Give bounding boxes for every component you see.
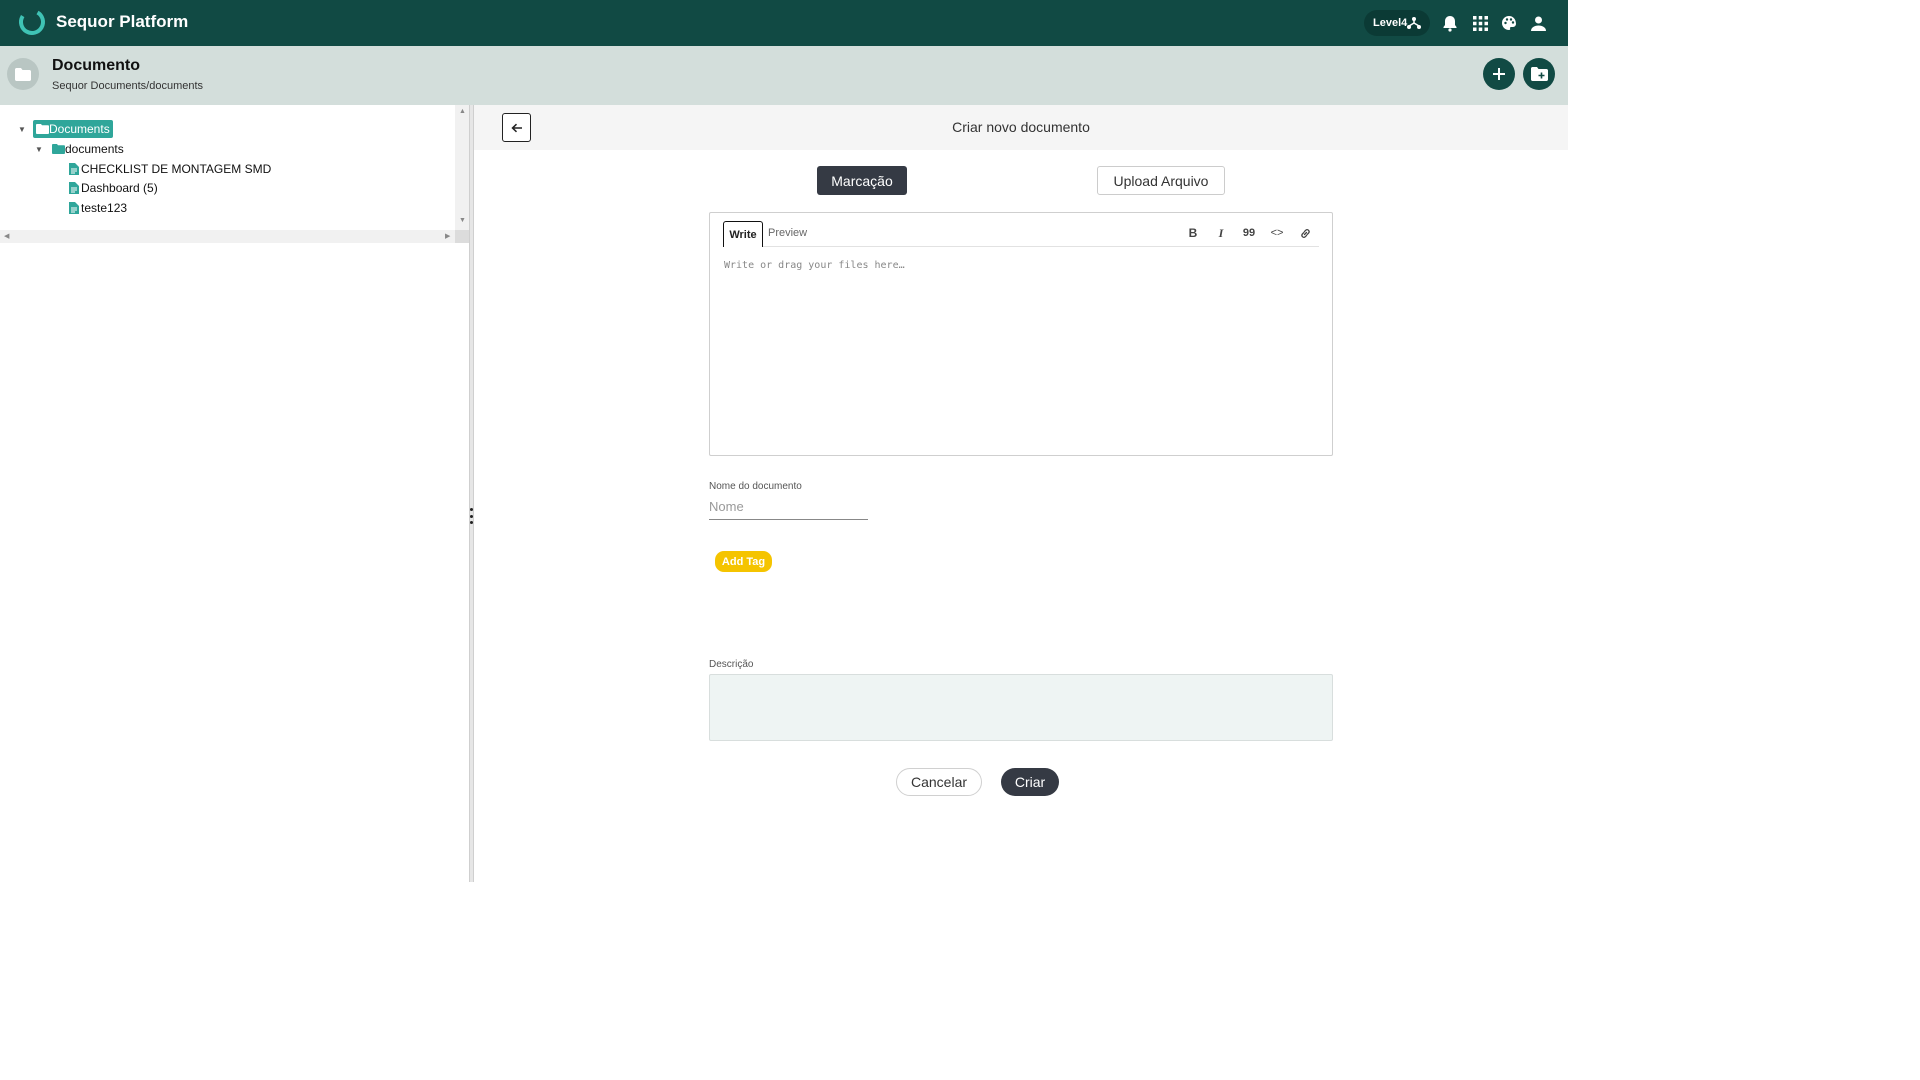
editor-tabs: Write Preview B I 99 <> bbox=[723, 221, 1319, 247]
link-icon[interactable] bbox=[1297, 225, 1313, 241]
tree-item-file[interactable]: Dashboard (5) bbox=[69, 179, 158, 197]
level-hierarchy-icon bbox=[1407, 17, 1421, 29]
bold-icon[interactable]: B bbox=[1185, 225, 1201, 241]
tree-item-file[interactable]: teste123 bbox=[69, 199, 127, 217]
add-tag-button[interactable]: Add Tag bbox=[715, 551, 772, 572]
file-icon bbox=[69, 163, 79, 175]
tree-item-label: teste123 bbox=[81, 201, 128, 215]
tree-item-label: documents bbox=[65, 142, 124, 156]
caret-down-icon[interactable]: ▼ bbox=[35, 145, 43, 154]
markdown-editor: Write Preview B I 99 <> Write or drag yo… bbox=[709, 212, 1333, 456]
create-document-panel: Criar novo documento Marcação Upload Arq… bbox=[474, 105, 1568, 882]
tab-preview[interactable]: Preview bbox=[768, 227, 807, 239]
tab-write[interactable]: Write bbox=[723, 221, 763, 247]
code-icon[interactable]: <> bbox=[1269, 225, 1285, 241]
user-icon[interactable] bbox=[1528, 13, 1548, 33]
name-label: Nome do documento bbox=[709, 481, 802, 492]
caret-down-icon[interactable]: ▼ bbox=[18, 125, 26, 134]
horizontal-scrollbar[interactable]: ◀ ▶ bbox=[0, 230, 455, 243]
tree-item-label: CHECKLIST DE MONTAGEM SMD bbox=[81, 162, 272, 176]
cancel-button[interactable]: Cancelar bbox=[896, 768, 982, 796]
new-folder-button[interactable] bbox=[1523, 58, 1555, 90]
content-header: Criar novo documento bbox=[474, 105, 1568, 150]
page-title: Documento bbox=[52, 57, 140, 74]
add-button[interactable] bbox=[1483, 58, 1515, 90]
file-icon bbox=[69, 202, 79, 214]
italic-icon[interactable]: I bbox=[1213, 225, 1229, 241]
level-label: Level4 bbox=[1373, 17, 1408, 29]
level-chip[interactable]: Level4 bbox=[1364, 10, 1430, 36]
file-icon bbox=[69, 182, 79, 194]
description-textarea[interactable] bbox=[709, 674, 1333, 741]
apps-grid-icon[interactable] bbox=[1470, 13, 1490, 33]
scroll-right-icon[interactable]: ▶ bbox=[445, 232, 450, 240]
sequor-logo-icon bbox=[19, 8, 45, 35]
tree-item-label: Dashboard (5) bbox=[81, 181, 158, 195]
document-tree-panel: ▼ Documents ▼ documents CHECKLIST DE MON… bbox=[0, 105, 469, 882]
folder-add-icon bbox=[1530, 67, 1548, 81]
bell-icon[interactable] bbox=[1440, 13, 1460, 33]
scroll-left-icon[interactable]: ◀ bbox=[4, 232, 9, 240]
folder-icon bbox=[7, 58, 39, 90]
app-bar: Sequor Platform Level4 bbox=[0, 0, 1568, 46]
tree-item-documents-folder[interactable]: documents bbox=[52, 140, 124, 158]
editor-textarea[interactable]: Write or drag your files here… bbox=[724, 260, 1314, 440]
description-label: Descrição bbox=[709, 659, 754, 670]
tree-item-label: Documents bbox=[49, 122, 110, 136]
app-title: Sequor Platform bbox=[56, 12, 189, 31]
page-header bbox=[0, 46, 1568, 105]
quote-icon[interactable]: 99 bbox=[1241, 225, 1257, 241]
folder-icon bbox=[52, 144, 65, 154]
document-name-input[interactable]: Nome bbox=[709, 496, 868, 520]
scroll-down-icon[interactable]: ▼ bbox=[459, 217, 466, 224]
create-button[interactable]: Criar bbox=[1001, 768, 1059, 796]
scroll-corner bbox=[455, 230, 469, 243]
form-title: Criar novo documento bbox=[952, 119, 1090, 135]
tree-item-file[interactable]: CHECKLIST DE MONTAGEM SMD bbox=[69, 160, 271, 178]
markup-mode-button[interactable]: Marcação bbox=[817, 166, 907, 195]
upload-file-button[interactable]: Upload Arquivo bbox=[1097, 166, 1225, 195]
breadcrumb: Sequor Documents/documents bbox=[52, 80, 204, 92]
tree-scroll-area[interactable]: ▼ Documents ▼ documents CHECKLIST DE MON… bbox=[0, 105, 469, 243]
palette-icon[interactable] bbox=[1499, 13, 1519, 33]
plus-icon bbox=[1493, 68, 1505, 80]
folder-icon bbox=[36, 124, 49, 134]
vertical-scrollbar[interactable]: ▲ ▼ bbox=[455, 105, 469, 230]
scroll-up-icon[interactable]: ▲ bbox=[459, 108, 466, 115]
tree-item-documents-root[interactable]: Documents bbox=[33, 120, 113, 138]
